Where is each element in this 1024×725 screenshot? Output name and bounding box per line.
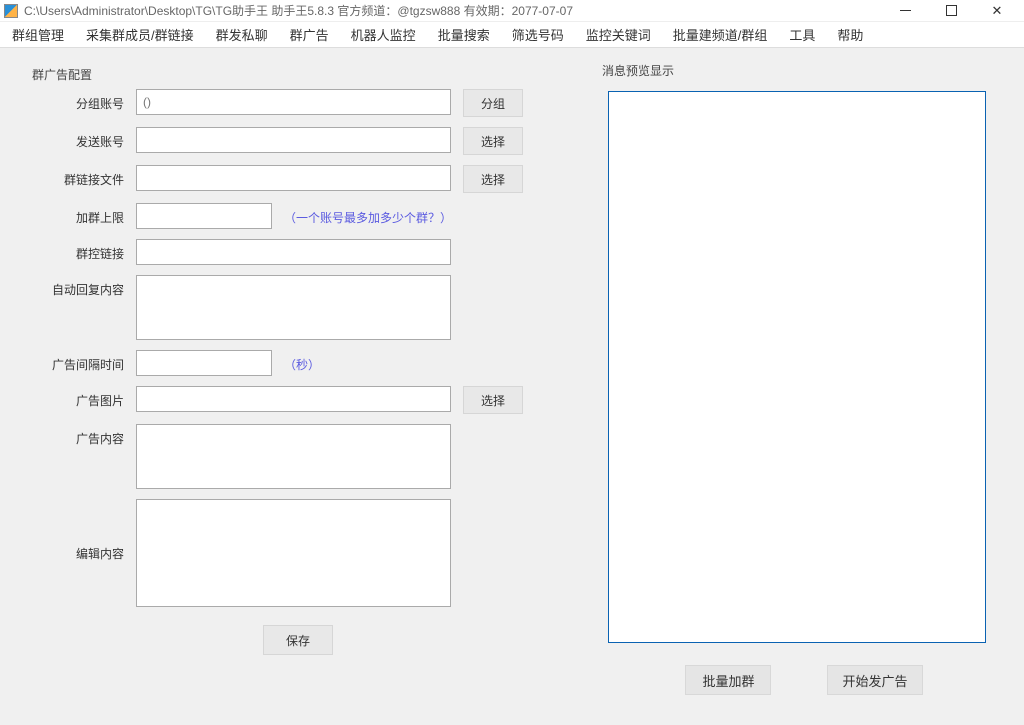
maximize-button[interactable] xyxy=(928,0,974,22)
input-send-account[interactable] xyxy=(136,127,451,153)
button-select-ad-image[interactable]: 选择 xyxy=(463,386,523,414)
menu-group-ad[interactable]: 群广告 xyxy=(288,23,331,46)
right-panel: 消息预览显示 批量加群 开始发广告 xyxy=(602,62,1006,707)
textarea-ad-content[interactable] xyxy=(136,424,451,489)
textarea-edit-content[interactable] xyxy=(136,499,451,607)
label-group-ctrl-link: 群控链接 xyxy=(26,239,136,262)
label-ad-image: 广告图片 xyxy=(26,386,136,409)
app-icon xyxy=(4,4,18,18)
label-ad-content: 广告内容 xyxy=(26,424,136,447)
preview-box xyxy=(608,91,986,643)
menu-tools[interactable]: 工具 xyxy=(787,23,817,46)
minimize-button[interactable] xyxy=(882,0,928,22)
button-start-ad[interactable]: 开始发广告 xyxy=(827,665,922,695)
hint-ad-interval: （秒） xyxy=(284,350,320,373)
button-select-group-link-file[interactable]: 选择 xyxy=(463,165,523,193)
menu-bot-monitor[interactable]: 机器人监控 xyxy=(349,23,418,46)
menubar: 群组管理 采集群成员/群链接 群发私聊 群广告 机器人监控 批量搜索 筛选号码 … xyxy=(0,22,1024,48)
menu-mass-private[interactable]: 群发私聊 xyxy=(214,23,270,46)
input-group-link-file[interactable] xyxy=(136,165,451,191)
button-save[interactable]: 保存 xyxy=(263,625,333,655)
app-window: C:\Users\Administrator\Desktop\TG\TG助手王 … xyxy=(0,0,1024,725)
textarea-auto-reply[interactable] xyxy=(136,275,451,340)
menu-help[interactable]: 帮助 xyxy=(835,23,865,46)
label-group-link-file: 群链接文件 xyxy=(26,165,136,188)
label-edit-content: 编辑内容 xyxy=(26,499,136,562)
close-button[interactable]: ✕ xyxy=(974,0,1020,22)
label-ad-interval: 广告间隔时间 xyxy=(26,350,136,373)
content-area: 群广告配置 分组账号 分组 发送账号 选择 xyxy=(0,48,1024,725)
input-ad-interval[interactable] xyxy=(136,350,272,376)
menu-filter-numbers[interactable]: 筛选号码 xyxy=(510,23,566,46)
input-join-limit[interactable] xyxy=(136,203,272,229)
preview-title: 消息预览显示 xyxy=(602,62,1006,79)
button-group[interactable]: 分组 xyxy=(463,89,523,117)
group-config-title: 群广告配置 xyxy=(32,66,592,83)
input-group-ctrl-link[interactable] xyxy=(136,239,451,265)
menu-bulk-create[interactable]: 批量建频道/群组 xyxy=(671,23,770,46)
label-send-account: 发送账号 xyxy=(26,127,136,150)
titlebar-text: C:\Users\Administrator\Desktop\TG\TG助手王 … xyxy=(24,2,573,19)
menu-collect-members[interactable]: 采集群成员/群链接 xyxy=(84,23,196,46)
label-group-account: 分组账号 xyxy=(26,89,136,112)
titlebar: C:\Users\Administrator\Desktop\TG\TG助手王 … xyxy=(0,0,1024,22)
input-group-account[interactable] xyxy=(136,89,451,115)
label-join-limit: 加群上限 xyxy=(26,203,136,226)
left-panel: 群广告配置 分组账号 分组 发送账号 选择 xyxy=(18,62,578,707)
menu-bulk-search[interactable]: 批量搜索 xyxy=(436,23,492,46)
button-select-send-account[interactable]: 选择 xyxy=(463,127,523,155)
input-ad-image[interactable] xyxy=(136,386,451,412)
menu-monitor-keywords[interactable]: 监控关键词 xyxy=(584,23,653,46)
menu-group-mgmt[interactable]: 群组管理 xyxy=(10,23,66,46)
button-bulk-join[interactable]: 批量加群 xyxy=(685,665,771,695)
label-auto-reply: 自动回复内容 xyxy=(26,275,136,298)
hint-join-limit: （一个账号最多加多少个群？） xyxy=(284,203,452,226)
